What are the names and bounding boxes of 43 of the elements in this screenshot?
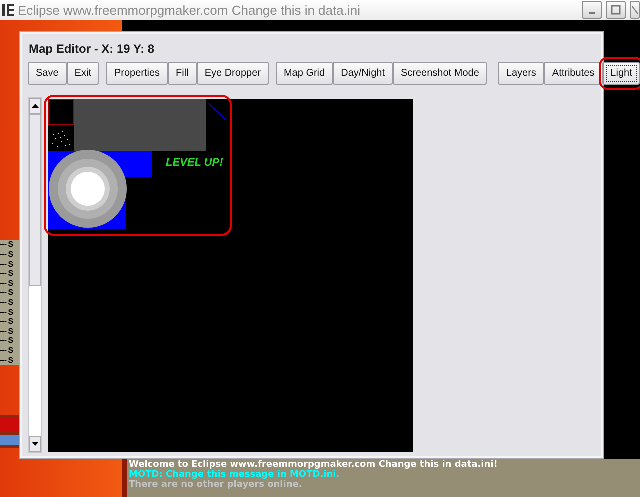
toolbar-button[interactable]: Exit: [66, 62, 100, 85]
toolbar-button[interactable]: Light: [602, 62, 640, 85]
log-line: --- S: [0, 336, 14, 346]
chat-message: MOTD: Change this message in MOTD.ini.: [129, 470, 341, 480]
log-line: --- S: [0, 308, 14, 317]
log-line: --- S: [0, 269, 14, 278]
selected-tile: [48, 99, 74, 125]
diagonal-line: [208, 103, 225, 119]
minimize-button[interactable]: [582, 1, 602, 19]
log-line: --- S: [0, 356, 14, 365]
log-line: --- S: [0, 240, 14, 250]
log-line: --- S: [0, 346, 14, 355]
log-line: --- S: [0, 326, 14, 336]
chat-message: Welcome to Eclipse www.freemmorpgmaker.com Change this in data.ini!: [129, 460, 499, 470]
app-icon: [2, 3, 14, 17]
log-line: --- S: [0, 250, 14, 259]
toolbar-button[interactable]: Day/Night: [333, 62, 393, 85]
maximize-button[interactable]: [606, 1, 626, 19]
window-title: Eclipse www.freemmorpgmaker.com Change this in data.ini: [18, 2, 362, 18]
scroll-up-icon[interactable]: [29, 98, 41, 114]
log-line: --- S: [0, 278, 14, 288]
close-icon: [632, 6, 638, 14]
toolbar-button[interactable]: Eye Dropper: [196, 62, 269, 85]
close-button[interactable]: [630, 1, 640, 19]
log-line: --- S: [0, 260, 14, 269]
toolbar-button[interactable]: Layers: [498, 62, 544, 85]
scroll-thumb[interactable]: [29, 114, 41, 286]
sparkle-drawing: [50, 129, 71, 149]
log-line: --- S: [0, 317, 14, 326]
toolbar-button[interactable]: Attributes: [544, 62, 603, 85]
floating-text: LEVEL UP!: [166, 157, 224, 169]
scroll-down-icon[interactable]: [29, 436, 41, 452]
toolbar-button[interactable]: Save: [28, 62, 67, 85]
toolbar-button[interactable]: Properties: [106, 62, 168, 85]
log-line: --- S: [0, 298, 14, 307]
toolbar-button[interactable]: Fill: [168, 62, 197, 85]
chat-message: There are no other players online.: [129, 480, 304, 490]
maximize-icon: [611, 5, 621, 15]
log-line: --- S: [0, 288, 14, 298]
dialog-title: Map Editor - X: 19 Y: 8: [29, 42, 155, 56]
toolbar-button[interactable]: Screenshot Mode: [393, 62, 488, 85]
vertical-scrollbar[interactable]: [28, 97, 42, 453]
toolbar-button[interactable]: Map Grid: [276, 62, 334, 85]
